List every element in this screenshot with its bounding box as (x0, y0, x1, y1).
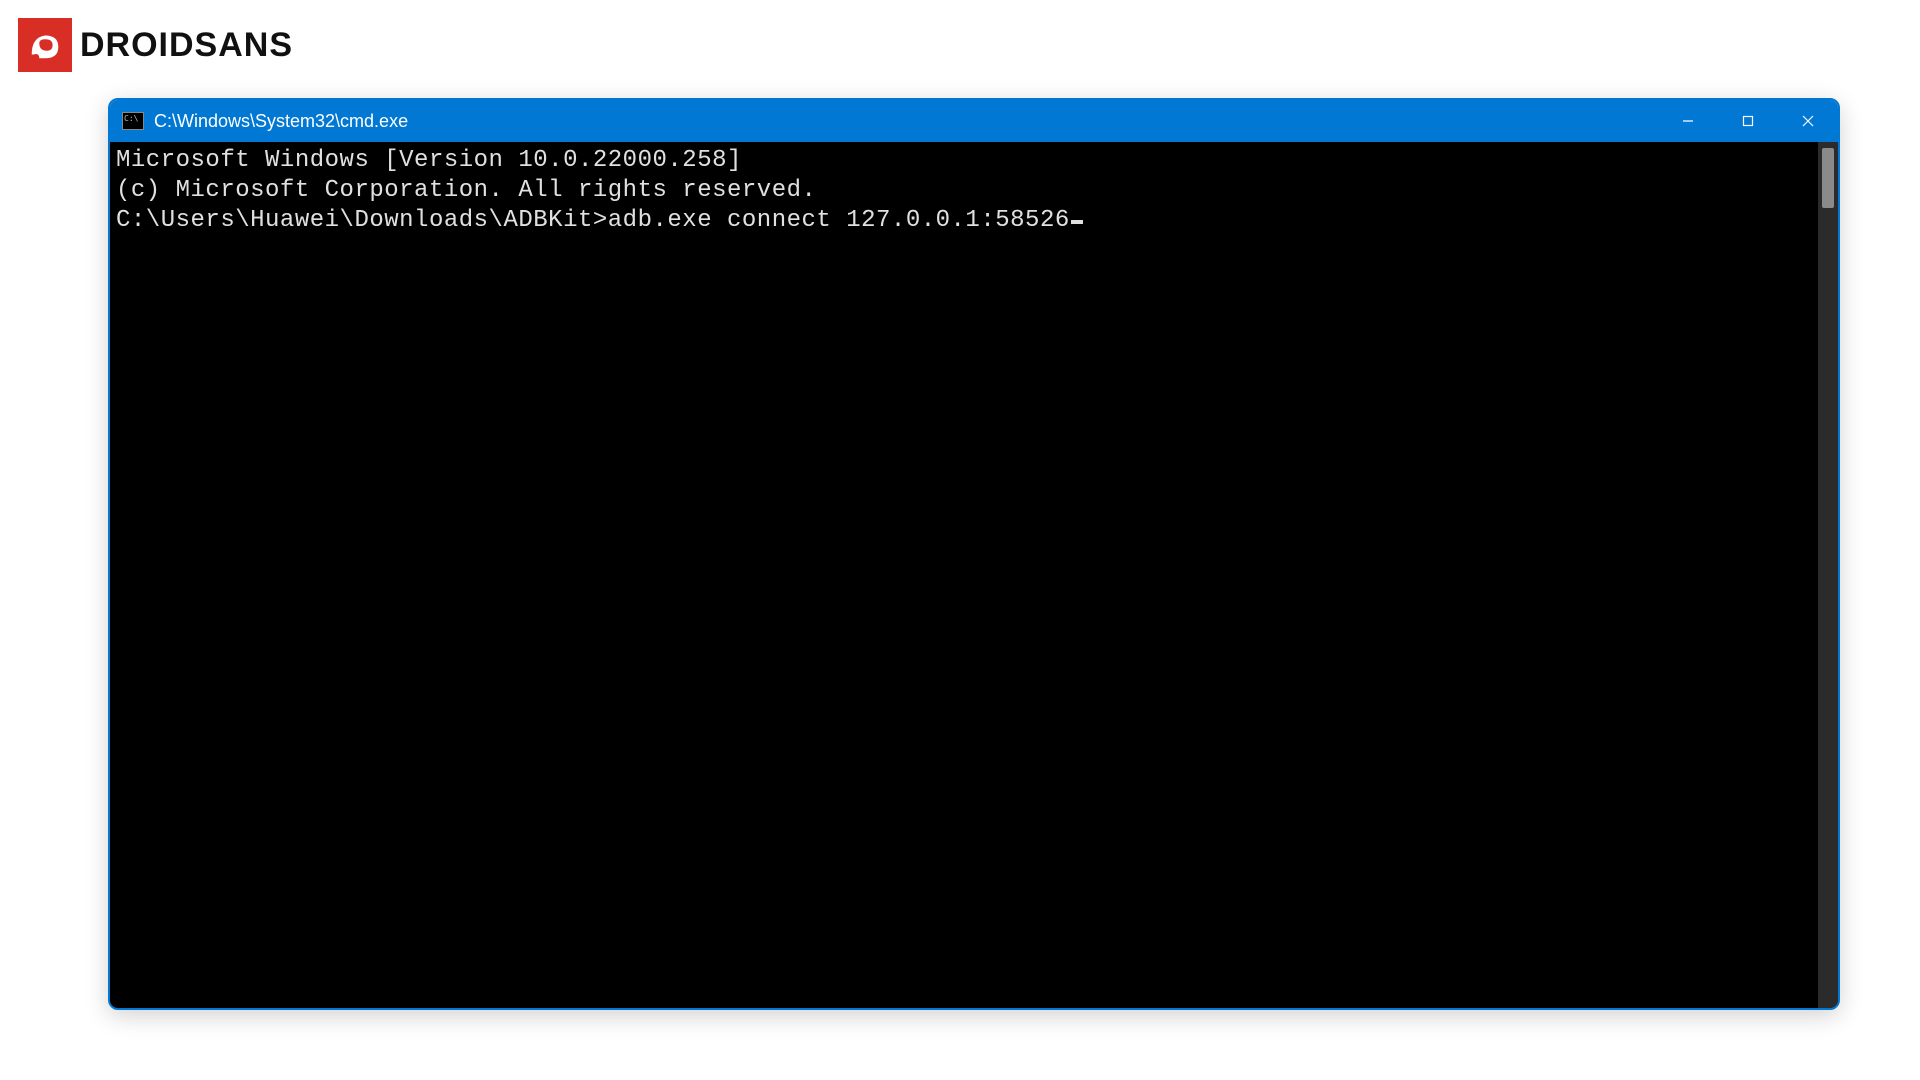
terminal-line: (c) Microsoft Corporation. All rights re… (116, 176, 1812, 206)
terminal-scrollbar[interactable] (1818, 142, 1838, 1008)
cmd-icon (122, 112, 144, 130)
page-container: DROIDSANS C:\Windows\System32\cmd.exe Mi… (0, 0, 1920, 1080)
brand-text: DROIDSANS (72, 26, 293, 65)
window-titlebar[interactable]: C:\Windows\System32\cmd.exe (110, 100, 1838, 142)
droidsans-logo-icon (18, 18, 72, 72)
cursor-icon (1071, 220, 1083, 224)
terminal-line-text: C:\Users\Huawei\Downloads\ADBKit>adb.exe… (116, 207, 1070, 234)
close-button[interactable] (1778, 100, 1838, 142)
scrollbar-thumb[interactable] (1822, 148, 1834, 208)
cmd-window: C:\Windows\System32\cmd.exe Microsoft Wi… (108, 98, 1840, 1010)
maximize-icon (1741, 114, 1755, 128)
window-controls (1658, 100, 1838, 142)
window-title: C:\Windows\System32\cmd.exe (154, 111, 408, 132)
terminal-line: Microsoft Windows [Version 10.0.22000.25… (116, 146, 1812, 176)
terminal-content[interactable]: Microsoft Windows [Version 10.0.22000.25… (110, 142, 1818, 1008)
terminal-area: Microsoft Windows [Version 10.0.22000.25… (110, 142, 1838, 1008)
minimize-icon (1681, 114, 1695, 128)
terminal-prompt-line: C:\Users\Huawei\Downloads\ADBKit>adb.exe… (116, 206, 1812, 236)
close-icon (1801, 114, 1815, 128)
brand-watermark: DROIDSANS (18, 18, 293, 72)
maximize-button[interactable] (1718, 100, 1778, 142)
minimize-button[interactable] (1658, 100, 1718, 142)
